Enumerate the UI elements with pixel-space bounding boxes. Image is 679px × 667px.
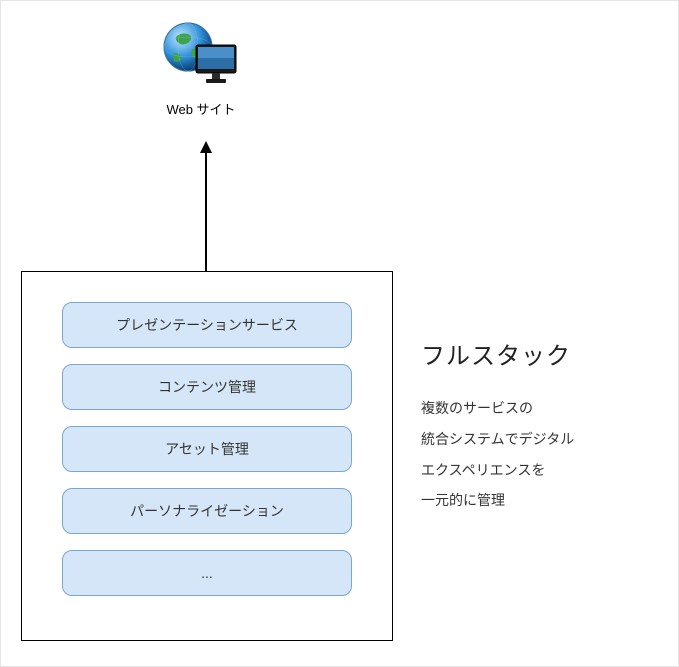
service-label: コンテンツ管理 <box>158 377 256 397</box>
service-content-mgmt: コンテンツ管理 <box>62 364 352 410</box>
diagram-canvas: Web サイト プレゼンテーションサービス コンテンツ管理 アセット管理 パーソ… <box>0 0 679 667</box>
side-title: フルスタック <box>421 336 661 371</box>
service-label: プレゼンテーションサービス <box>116 315 298 335</box>
desc-line: 複数のサービスの <box>421 393 661 424</box>
fullstack-container: プレゼンテーションサービス コンテンツ管理 アセット管理 パーソナライゼーション… <box>21 271 393 641</box>
website-label: Web サイト <box>166 99 235 118</box>
service-label: アセット管理 <box>165 439 249 459</box>
service-label: ... <box>201 565 213 581</box>
desc-line: エクスペリエンスを <box>421 455 661 486</box>
website-node: Web サイト <box>156 19 246 118</box>
arrow-up <box>205 141 207 271</box>
service-personalization: パーソナライゼーション <box>62 488 352 534</box>
arrow-head-icon <box>200 141 212 153</box>
service-ellipsis: ... <box>62 550 352 596</box>
side-desc-text: 複数のサービスの 統合システムでデジタル エクスペリエンスを 一元的に管理 <box>421 393 661 516</box>
service-asset-mgmt: アセット管理 <box>62 426 352 472</box>
service-label: パーソナライゼーション <box>130 501 284 521</box>
side-description: フルスタック 複数のサービスの 統合システムでデジタル エクスペリエンスを 一元… <box>421 336 661 516</box>
service-presentation: プレゼンテーションサービス <box>62 302 352 348</box>
desc-line: 一元的に管理 <box>421 485 661 516</box>
arrow-shaft <box>205 153 207 271</box>
globe-monitor-icon <box>162 19 240 91</box>
desc-line: 統合システムでデジタル <box>421 424 661 455</box>
